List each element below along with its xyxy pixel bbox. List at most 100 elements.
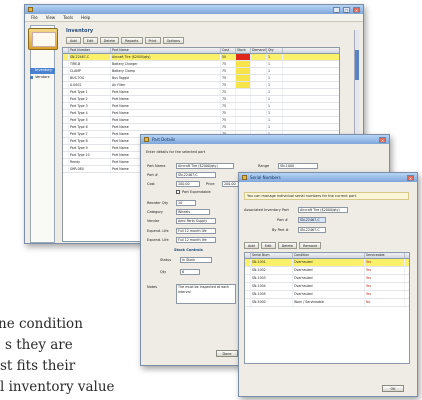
serial-remove-button[interactable]: Remove [299, 242, 322, 249]
reports-button[interactable]: Reports [121, 37, 143, 44]
background-text-line: s they are [5, 337, 73, 353]
sidebar-item-vendors[interactable]: Vendors [30, 75, 55, 81]
col-header[interactable]: Part Name [111, 48, 221, 53]
part-name-field[interactable]: Aircraft Tire ($2000/qty) [176, 163, 234, 169]
col-header[interactable]: Part Number [69, 48, 111, 53]
done-button[interactable]: Done [216, 350, 238, 357]
range-label: Range [258, 164, 270, 168]
table-cell: 75 [221, 124, 236, 130]
col-header[interactable]: Cost [221, 48, 236, 53]
delete-button[interactable]: Delete [99, 37, 120, 44]
stock-qty-label: Qty [160, 270, 167, 274]
col-header[interactable]: Serial Num [251, 253, 293, 258]
table-row[interactable]: CLAMP Battery Clamp 75 1 [63, 68, 339, 75]
menu-view[interactable]: View [46, 15, 56, 20]
expend-field-2[interactable]: Full 12 month life [176, 237, 216, 243]
print-button[interactable]: Print [144, 37, 161, 44]
scroll-thumb[interactable] [355, 50, 359, 80]
col-header[interactable]: Stock [236, 48, 251, 53]
table-cell: Part Type 2 [69, 96, 111, 102]
menu-help[interactable]: Help [81, 15, 90, 20]
table-row[interactable]: SN-1004 Overhauled Yes [245, 283, 409, 291]
table-cell [236, 124, 251, 130]
table-row[interactable]: SN-1001 Overhauled Yes [245, 259, 409, 267]
table-cell [251, 89, 267, 95]
table-row[interactable]: SN-22467-C Aircraft Tire ($2000/qty) 50 1 [63, 54, 339, 61]
stock-status-field[interactable]: In Stock [180, 257, 212, 263]
table-cell [236, 110, 251, 116]
table-cell: CLAMP [69, 68, 111, 74]
serial-toolbar: Add Edit Delete Remove [244, 242, 322, 249]
table-cell [251, 103, 267, 109]
table-cell: 75 [221, 110, 236, 116]
serial-add-button[interactable]: Add [244, 242, 259, 249]
close-icon[interactable]: × [407, 174, 414, 181]
minimize-icon[interactable]: _ [333, 6, 340, 13]
table-cell: Part Type 3 [69, 103, 111, 109]
table-cell: Yes [365, 259, 405, 266]
edit-button[interactable]: Edit [82, 37, 98, 44]
notes-field[interactable]: Tire must be inspected at each interval [176, 284, 236, 304]
table-row[interactable]: Part Type 4 Part Name 75 1 [63, 110, 339, 117]
table-cell: 75 [221, 96, 236, 102]
table-row[interactable]: Part Type 3 Part Name 75 1 [63, 103, 339, 110]
col-header[interactable]: Serviceable [365, 253, 405, 258]
table-cell [251, 117, 267, 123]
associated-part-field[interactable]: Aircraft Tire ($2000/qty) [298, 207, 348, 213]
vendor-select[interactable]: Aero Parts Supply [176, 218, 216, 224]
table-row[interactable]: Part Type 2 Part Name 75 1 [63, 96, 339, 103]
stock-qty-field[interactable]: 6 [180, 269, 200, 275]
table-row[interactable]: TIRE-B Battery Charger 75 1 [63, 61, 339, 68]
serial-window-title: Serial Numbers [250, 175, 281, 180]
table-cell [251, 75, 267, 81]
table-cell: Overhauled [293, 259, 365, 266]
menu-file[interactable]: File [31, 15, 38, 20]
stock-controls-header: Stock Controls [174, 248, 203, 252]
table-cell: 1 [267, 110, 283, 116]
table-cell: 75 [221, 103, 236, 109]
table-row[interactable]: SN-1002 Overhauled Yes [245, 267, 409, 275]
table-cell [251, 110, 267, 116]
close-icon[interactable]: × [353, 6, 360, 13]
part-number-field[interactable]: SN-22467-C [176, 172, 216, 178]
serial-delete-button[interactable]: Delete [277, 242, 298, 249]
table-row[interactable]: SN-1003 Overhauled Yes [245, 275, 409, 283]
table-row[interactable]: Part Type 5 Part Name 75 1 [63, 117, 339, 124]
table-cell: SN-5000 [251, 299, 293, 306]
options-button[interactable]: Options [162, 37, 185, 44]
table-cell: 50 [221, 54, 236, 60]
category-select[interactable]: Wheels [176, 209, 210, 215]
table-cell: TIRE-B [69, 61, 111, 67]
table-row[interactable]: SN-5000 Worn / Serviceable No [245, 299, 409, 307]
col-header[interactable]: Demand [251, 48, 267, 53]
table-row[interactable]: A-0002 Air Filter 75 1 [63, 82, 339, 89]
vendor-label: Vendor [147, 219, 160, 223]
serial-edit-button[interactable]: Edit [260, 242, 276, 249]
table-row[interactable]: Part Type 1 Part Name 75 1 [63, 89, 339, 96]
menu-tools[interactable]: Tools [63, 15, 73, 20]
close-icon[interactable]: × [379, 136, 386, 143]
inventory-icon [30, 69, 33, 72]
table-row[interactable]: SN-1005 Overhauled Yes [245, 291, 409, 299]
to-field[interactable]: SN-22467-C [298, 227, 326, 233]
reorder-label: Reorder Qty [147, 201, 169, 205]
from-field[interactable]: SN-22467-C [298, 217, 326, 223]
table-cell [236, 54, 251, 60]
add-button[interactable]: Add [66, 37, 81, 44]
expend-field-1[interactable]: Full 12 month life [176, 228, 216, 234]
cost-field[interactable]: 100.00 [176, 181, 200, 187]
part-titlebar: Part Details × [141, 135, 389, 144]
table-row[interactable]: Part Type 6 Part Name 75 1 [63, 124, 339, 131]
maximize-icon[interactable]: □ [343, 6, 350, 13]
range-field[interactable]: SN-1000 [278, 163, 318, 169]
col-header[interactable]: Condition [293, 253, 365, 258]
expendable-checkbox[interactable] [176, 190, 180, 194]
ok-button[interactable]: OK [382, 385, 404, 392]
serial-table-body: SN-1001 Overhauled Yes SN-1002 Overhauled Yes… [245, 259, 409, 307]
sidebar-item-inventory[interactable]: Inventory [30, 68, 55, 74]
table-cell: Part Name [111, 96, 221, 102]
main-titlebar: _ □ × [25, 5, 363, 14]
col-header[interactable]: Qty [267, 48, 283, 53]
reorder-field[interactable]: 10 [176, 200, 196, 206]
table-row[interactable]: BUS-TOG Bus Toggle 75 1 [63, 75, 339, 82]
